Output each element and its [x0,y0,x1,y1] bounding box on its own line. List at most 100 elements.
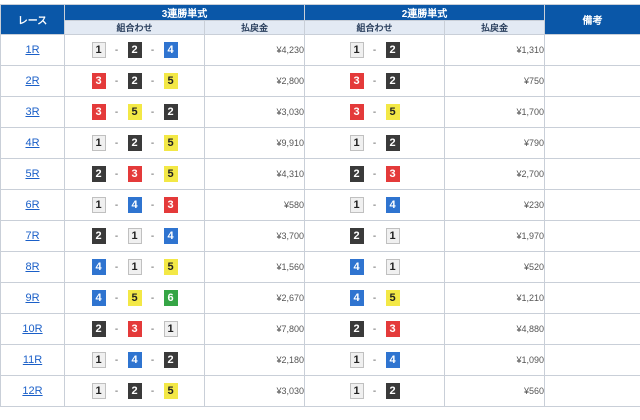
race-link[interactable]: 8R [25,261,39,273]
exacta-payout: ¥1,970 [445,221,545,252]
header-trifecta: 3連勝単式 [65,5,305,21]
boat-number: 2 [92,228,106,244]
boat-number: 1 [92,42,106,58]
combination-separator: - [364,324,386,335]
boat-number: 1 [128,228,142,244]
boat-number: 2 [350,228,364,244]
boat-number: 1 [350,135,364,151]
boat-number: 1 [92,383,106,399]
combination-separator: - [142,200,164,211]
race-link[interactable]: 5R [25,168,39,180]
boat-number: 5 [164,166,178,182]
combination-separator: - [106,262,128,273]
exacta-combination: 3-5 [305,97,445,128]
race-link[interactable]: 3R [25,106,39,118]
exacta-payout: ¥1,210 [445,283,545,314]
table-row: 5R2-3-5¥4,3102-3¥2,700 [1,159,640,190]
header-exacta: 2連勝単式 [305,5,545,21]
combination-separator: - [142,138,164,149]
notes-cell [545,159,640,190]
results-table-header: レース 3連勝単式 2連勝単式 備考 組合わせ 払戻金 組合わせ 払戻金 [1,5,640,35]
race-link[interactable]: 7R [25,230,39,242]
boat-number: 5 [386,290,400,306]
race-link[interactable]: 10R [22,323,42,335]
table-row: 7R2-1-4¥3,7002-1¥1,970 [1,221,640,252]
combination-separator: - [142,293,164,304]
exacta-payout: ¥750 [445,66,545,97]
boat-number: 2 [386,383,400,399]
boat-number: 1 [350,42,364,58]
boat-number: 4 [164,42,178,58]
exacta-combination: 1-2 [305,128,445,159]
trifecta-combination: 2-3-1 [65,314,205,345]
combination-separator: - [364,262,386,273]
header-notes: 備考 [545,5,640,35]
trifecta-payout: ¥580 [205,190,305,221]
boat-number: 2 [164,352,178,368]
race-link[interactable]: 6R [25,199,39,211]
boat-number: 2 [386,73,400,89]
table-row: 3R3-5-2¥3,0303-5¥1,700 [1,97,640,128]
notes-cell [545,314,640,345]
trifecta-combination: 4-5-6 [65,283,205,314]
race-link[interactable]: 4R [25,137,39,149]
race-cell: 4R [1,128,65,159]
boat-number: 5 [128,290,142,306]
combination-separator: - [106,324,128,335]
boat-number: 2 [92,321,106,337]
exacta-combination: 1-2 [305,35,445,66]
boat-number: 2 [128,383,142,399]
combination-separator: - [142,262,164,273]
notes-cell [545,376,640,407]
notes-cell [545,35,640,66]
exacta-combination: 1-2 [305,376,445,407]
trifecta-payout: ¥9,910 [205,128,305,159]
exacta-payout: ¥1,700 [445,97,545,128]
boat-number: 1 [386,259,400,275]
exacta-combination: 2-3 [305,159,445,190]
race-cell: 9R [1,283,65,314]
combination-separator: - [364,293,386,304]
race-cell: 10R [1,314,65,345]
trifecta-payout: ¥2,670 [205,283,305,314]
boat-number: 2 [350,321,364,337]
combination-separator: - [106,355,128,366]
combination-separator: - [364,355,386,366]
notes-cell [545,97,640,128]
combination-separator: - [142,231,164,242]
notes-cell [545,283,640,314]
boat-number: 6 [164,290,178,306]
boat-number: 3 [92,104,106,120]
combination-separator: - [106,107,128,118]
table-row: 9R4-5-6¥2,6704-5¥1,210 [1,283,640,314]
combination-separator: - [106,293,128,304]
trifecta-combination: 1-2-4 [65,35,205,66]
race-link[interactable]: 2R [25,75,39,87]
race-link[interactable]: 12R [22,385,42,397]
table-row: 10R2-3-1¥7,8002-3¥4,880 [1,314,640,345]
boat-number: 1 [350,383,364,399]
race-link[interactable]: 9R [25,292,39,304]
boat-number: 3 [350,104,364,120]
combination-separator: - [364,138,386,149]
trifecta-combination: 3-2-5 [65,66,205,97]
boat-number: 1 [164,321,178,337]
header-trifecta-combination: 組合わせ [65,21,205,35]
table-row: 2R3-2-5¥2,8003-2¥750 [1,66,640,97]
combination-separator: - [364,45,386,56]
combination-separator: - [142,45,164,56]
exacta-payout: ¥790 [445,128,545,159]
race-link[interactable]: 11R [23,354,42,366]
boat-number: 2 [350,166,364,182]
exacta-combination: 1-4 [305,345,445,376]
combination-separator: - [364,231,386,242]
exacta-payout: ¥230 [445,190,545,221]
boat-number: 5 [164,259,178,275]
race-cell: 11R [1,345,65,376]
combination-separator: - [364,169,386,180]
race-cell: 6R [1,190,65,221]
trifecta-payout: ¥3,030 [205,376,305,407]
race-link[interactable]: 1R [25,44,39,56]
combination-separator: - [142,386,164,397]
race-cell: 12R [1,376,65,407]
